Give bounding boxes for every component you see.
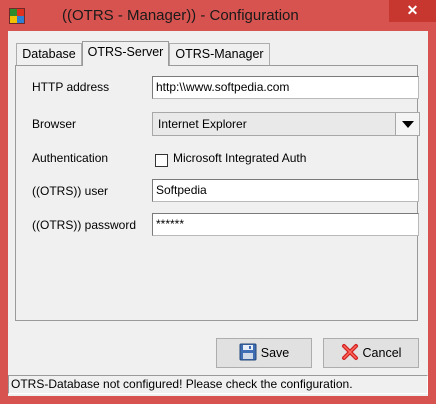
tab-otrs-manager-label: OTRS-Manager: [175, 47, 264, 61]
close-icon: ✕: [406, 2, 419, 18]
tab-database-label: Database: [22, 47, 76, 61]
http-address-label: HTTP address: [32, 80, 110, 94]
cancel-button-label: Cancel: [362, 346, 402, 360]
otrs-password-input[interactable]: ******: [152, 213, 419, 236]
browser-selected-value: Internet Explorer: [158, 117, 247, 131]
status-bar: OTRS-Database not configured! Please che…: [8, 375, 428, 394]
microsoft-integrated-auth-label[interactable]: Microsoft Integrated Auth: [173, 151, 306, 165]
window-title: ((OTRS - Manager)) - Configuration: [62, 7, 299, 24]
microsoft-integrated-auth-checkbox[interactable]: [155, 154, 168, 167]
tab-database[interactable]: Database: [16, 43, 82, 65]
close-button[interactable]: ✕: [389, 0, 436, 22]
floppy-disk-icon: [239, 343, 257, 361]
http-address-input[interactable]: http:\\www.softpedia.com: [152, 76, 419, 99]
title-bar[interactable]: ((OTRS - Manager)) - Configuration ✕: [0, 0, 436, 31]
otrs-user-label: ((OTRS)) user: [32, 184, 108, 198]
browser-select[interactable]: Internet Explorer: [152, 112, 420, 136]
save-button-label: Save: [260, 346, 290, 360]
app-icon[interactable]: [9, 8, 25, 24]
authentication-label: Authentication: [32, 151, 109, 165]
client-area: Database OTRS-Server OTRS-Manager HTTP a…: [8, 31, 428, 396]
otrs-server-panel: HTTP address http:\\www.softpedia.com Br…: [15, 65, 420, 321]
tab-otrs-manager[interactable]: OTRS-Manager: [169, 43, 270, 65]
configuration-window: ((OTRS - Manager)) - Configuration ✕ Dat…: [0, 0, 436, 404]
chevron-down-icon[interactable]: [395, 113, 419, 135]
browser-label: Browser: [32, 117, 77, 131]
otrs-user-input[interactable]: Softpedia: [152, 179, 419, 202]
tab-otrs-server-label: OTRS-Server: [87, 45, 164, 59]
red-x-icon: [341, 343, 359, 361]
save-button[interactable]: Save: [216, 338, 312, 368]
cancel-button[interactable]: Cancel: [323, 338, 419, 368]
status-text: OTRS-Database not configured! Please che…: [11, 377, 353, 391]
tab-otrs-server[interactable]: OTRS-Server: [82, 41, 169, 66]
otrs-password-label: ((OTRS)) password: [32, 218, 137, 232]
